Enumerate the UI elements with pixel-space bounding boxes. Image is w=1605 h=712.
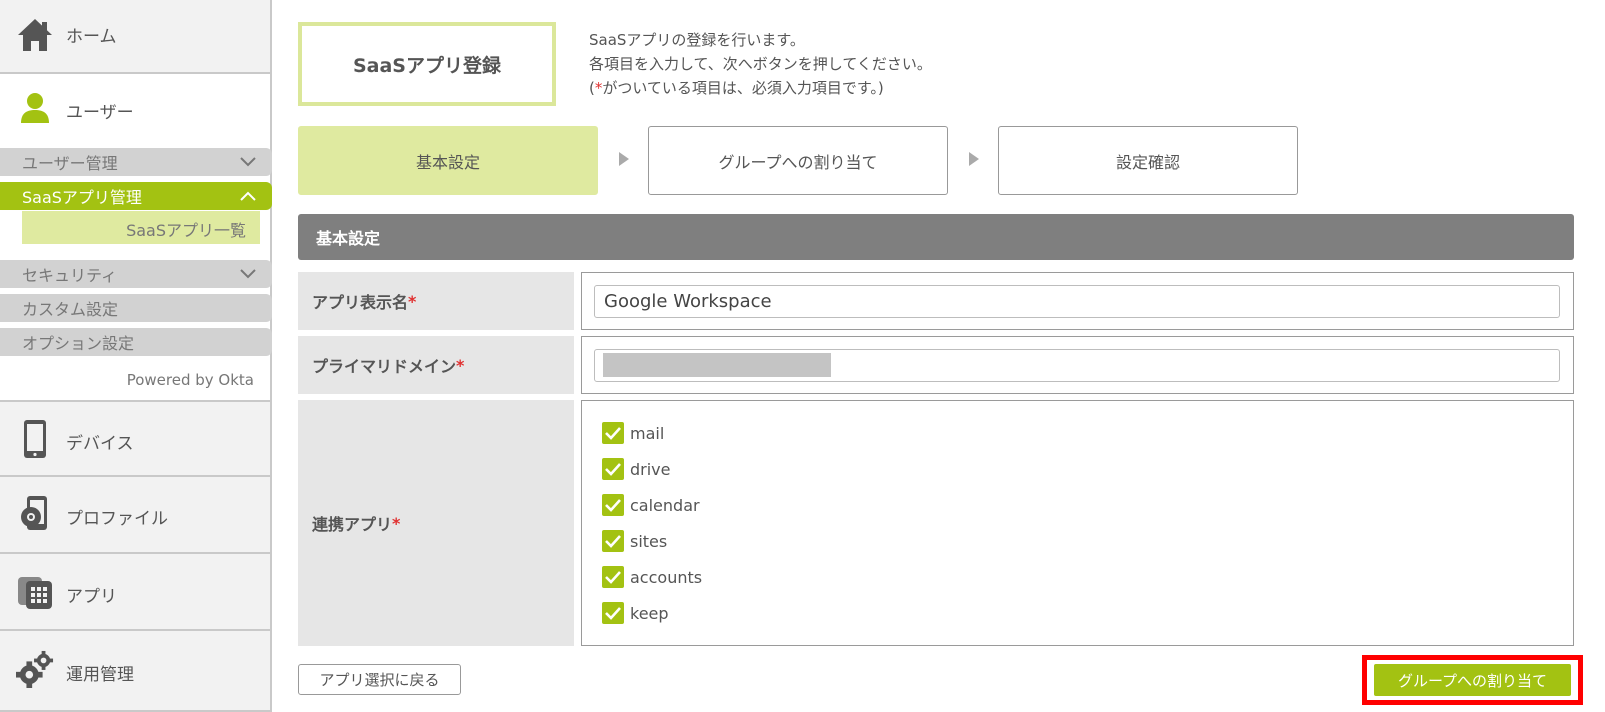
app-name-input[interactable]: Google Workspace xyxy=(594,285,1560,318)
section-header: 基本設定 xyxy=(298,214,1574,260)
description-line: SaaSアプリの登録を行います。 xyxy=(589,31,805,49)
back-to-app-selection-button[interactable]: アプリ選択に戻る xyxy=(298,664,461,695)
page-title: SaaSアプリ登録 xyxy=(298,22,556,106)
linked-apps-cell: mail drive calendar sites accounts keep xyxy=(581,400,1574,646)
field-label-text: アプリ表示名 xyxy=(312,293,409,312)
checkbox-label: calendar xyxy=(630,495,700,515)
sidebar-item-label: オプション設定 xyxy=(22,334,135,353)
nav-device-label: デバイス xyxy=(66,434,134,454)
step-arrow-icon xyxy=(619,152,629,166)
chevron-down-icon xyxy=(240,154,256,170)
sidebar-item-security[interactable]: セキュリティ xyxy=(0,260,272,288)
primary-domain-cell xyxy=(581,336,1574,394)
sidebar-item-label: ユーザー管理 xyxy=(22,154,118,173)
checkmark-icon xyxy=(602,602,624,624)
sidebar-item-saas-app-management[interactable]: SaaSアプリ管理 xyxy=(0,182,272,210)
nav-profile[interactable]: プロファイル xyxy=(0,477,270,554)
required-mark: * xyxy=(408,291,417,311)
field-label-text: 連携アプリ xyxy=(312,515,393,534)
required-note-text: がついている項目は、必須入力項目です。) xyxy=(602,79,884,97)
app-name-cell: Google Workspace xyxy=(581,272,1574,330)
nav-home[interactable]: ホーム xyxy=(0,0,270,74)
sidebar-item-label: カスタム設定 xyxy=(22,300,119,319)
sidebar-item-user-management[interactable]: ユーザー管理 xyxy=(0,148,272,176)
chevron-up-icon xyxy=(240,188,256,204)
nav-users-label: ユーザー xyxy=(66,103,134,123)
description-line: 各項目を入力して、次へボタンを押してください。 xyxy=(589,55,932,73)
sidebar-item-option-settings[interactable]: オプション設定 xyxy=(0,328,272,356)
step-basic-settings: 基本設定 xyxy=(298,126,598,195)
sidebar-item-custom-settings[interactable]: カスタム設定 xyxy=(0,294,272,322)
nav-operations-label: 運用管理 xyxy=(66,665,134,685)
checkbox-calendar[interactable]: calendar xyxy=(602,493,700,517)
nav-users[interactable]: ユーザー xyxy=(0,74,270,144)
checkmark-icon xyxy=(602,422,624,444)
next-group-assignment-button[interactable]: グループへの割り当て xyxy=(1374,664,1571,696)
checkmark-icon xyxy=(602,494,624,516)
nav-profile-label: プロファイル xyxy=(66,509,168,529)
apps-icon xyxy=(16,573,54,611)
app-name-label: アプリ表示名 * xyxy=(298,272,574,330)
sidebar-item-label: セキュリティ xyxy=(22,266,118,285)
nav-apps-label: アプリ xyxy=(66,587,117,607)
step-arrow-icon xyxy=(969,152,979,166)
sidebar-item-saas-app-list[interactable]: SaaSアプリ一覧 xyxy=(22,211,260,244)
checkmark-icon xyxy=(602,566,624,588)
nav-device[interactable]: デバイス xyxy=(0,400,270,477)
sidebar-item-label: SaaSアプリ一覧 xyxy=(126,221,246,240)
checkmark-icon xyxy=(602,458,624,480)
checkbox-label: mail xyxy=(630,423,665,443)
chevron-down-icon xyxy=(240,266,256,282)
sidebar-item-label: SaaSアプリ管理 xyxy=(22,188,142,207)
nav-operations[interactable]: 運用管理 xyxy=(0,631,270,712)
primary-domain-input[interactable] xyxy=(594,349,1560,382)
required-mark: * xyxy=(456,355,465,375)
checkbox-label: sites xyxy=(630,531,668,551)
gears-icon xyxy=(16,650,54,688)
primary-domain-label: プライマリドメイン * xyxy=(298,336,574,394)
step-group-assignment: グループへの割り当て xyxy=(648,126,948,195)
smartphone-icon xyxy=(16,420,54,458)
nav-home-label: ホーム xyxy=(66,27,117,47)
checkbox-accounts[interactable]: accounts xyxy=(602,565,702,589)
required-note: (*がついている項目は、必須入力項目です。) xyxy=(589,76,932,100)
nav-apps[interactable]: アプリ xyxy=(0,554,270,631)
required-mark: * xyxy=(392,513,401,533)
checkbox-label: accounts xyxy=(630,567,703,587)
linked-apps-label: 連携アプリ * xyxy=(298,400,574,646)
checkbox-drive[interactable]: drive xyxy=(602,457,671,481)
checkbox-mail[interactable]: mail xyxy=(602,421,664,445)
sidebar: ホーム ユーザー ユーザー管理 SaaSアプリ管理 SaaSアプリ一覧 セキュリ… xyxy=(0,0,272,712)
profile-gear-icon xyxy=(16,496,54,534)
user-icon xyxy=(20,92,50,124)
checkbox-sites[interactable]: sites xyxy=(602,529,667,553)
checkbox-keep[interactable]: keep xyxy=(602,601,669,625)
page-description: SaaSアプリの登録を行います。 各項目を入力して、次へボタンを押してください。… xyxy=(589,28,932,100)
checkbox-label: keep xyxy=(630,603,669,623)
checkmark-icon xyxy=(602,530,624,552)
step-confirm-settings: 設定確認 xyxy=(998,126,1298,195)
checkbox-label: drive xyxy=(630,459,671,479)
field-label-text: プライマリドメイン xyxy=(312,357,457,376)
powered-by-text: Powered by Okta xyxy=(126,371,254,389)
redacted-value xyxy=(603,353,831,377)
home-icon xyxy=(16,16,54,54)
